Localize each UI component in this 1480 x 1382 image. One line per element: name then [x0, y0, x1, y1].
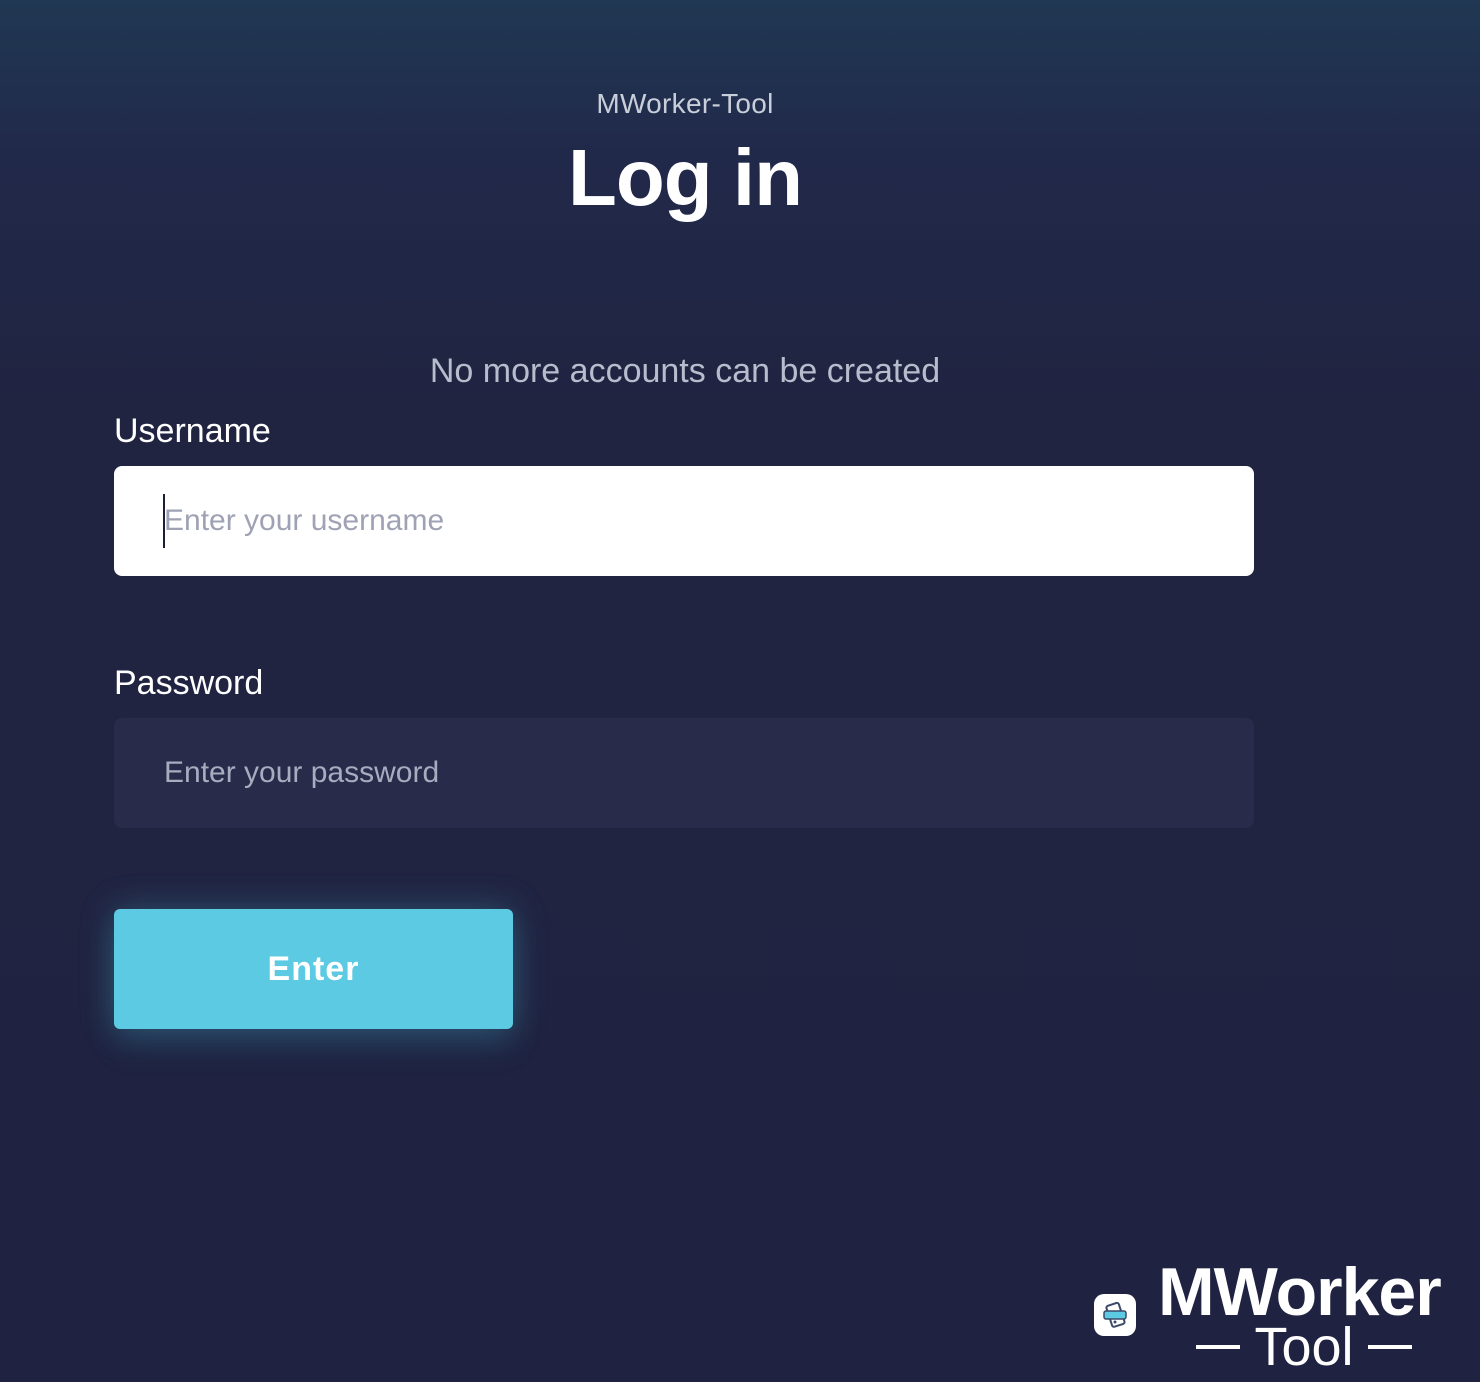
password-input[interactable] [114, 718, 1254, 828]
logo-dash-right [1367, 1345, 1412, 1349]
logo-wordmark: MWorker [1158, 1254, 1442, 1330]
account-notice: No more accounts can be created [429, 352, 941, 390]
logo-dash-left [1196, 1345, 1241, 1349]
brand-logo: MWorker Tool [1092, 1258, 1462, 1374]
username-input[interactable] [114, 466, 1254, 576]
enter-button[interactable]: Enter [114, 909, 513, 1029]
password-label: Password [114, 664, 264, 702]
logo-subtitle: Tool [1194, 1320, 1414, 1374]
phone-tool-icon [1094, 1294, 1136, 1336]
logo-subtitle-text: Tool [1254, 1317, 1354, 1377]
text-cursor [163, 494, 165, 548]
page-title: Log in [568, 133, 803, 222]
app-name: MWorker-Tool [596, 88, 774, 119]
username-label: Username [114, 412, 271, 450]
